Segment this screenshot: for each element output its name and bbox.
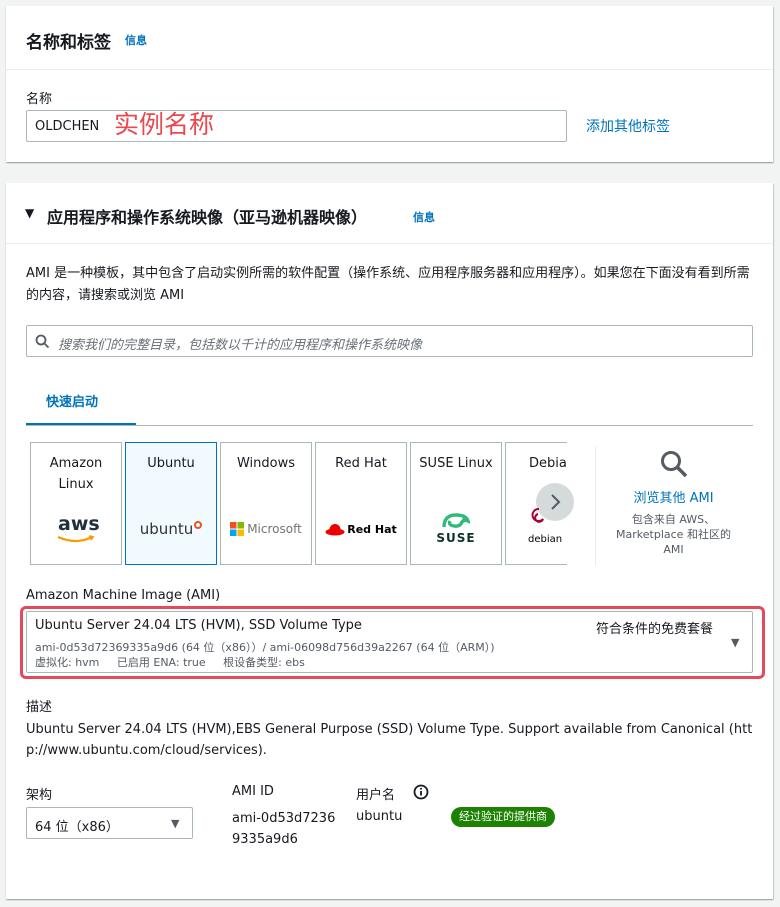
aws-logo-icon: aws — [31, 511, 121, 547]
tile-redhat[interactable]: Red Hat Red Hat — [315, 442, 407, 565]
username-value: ubuntu — [356, 809, 403, 824]
add-tags-link[interactable]: 添加其他标签 — [586, 116, 670, 136]
tile-label: Red Hat — [335, 456, 387, 471]
name-input[interactable]: OLDCHEN 实例名称 — [26, 110, 567, 142]
ami-section-title[interactable]: 应用程序和操作系统映像（亚马逊机器映像） — [47, 204, 367, 228]
suse-logo-icon: SUSE — [411, 511, 501, 547]
search-icon — [660, 451, 687, 478]
name-label: 名称 — [26, 92, 53, 107]
ami-search-input[interactable]: 搜索我们的完整目录，包括数以千计的应用程序和操作系统映像 — [26, 325, 753, 357]
ami-ids: ami-0d53d72369335a9d6 (64 位（x86））/ ami-0… — [35, 641, 495, 654]
microsoft-logo-icon: Microsoft — [221, 511, 311, 547]
browse-more-link[interactable]: 浏览其他 AMI — [602, 487, 745, 506]
free-tier-label: 符合条件的免费套餐 — [596, 622, 714, 637]
tile-label: SUSE Linux — [419, 456, 493, 471]
ami-info-link[interactable]: 信息 — [413, 209, 435, 225]
tile-ubuntu[interactable]: Ubuntu ubuntu — [125, 442, 217, 565]
info-circle-icon[interactable] — [413, 784, 429, 804]
tile-windows[interactable]: Windows Microsoft — [220, 442, 312, 565]
verified-provider-badge: 经过验证的提供商 — [451, 807, 555, 827]
tile-label: Windows — [236, 456, 296, 471]
tile-amazon-linux[interactable]: Amazon Linux aws — [30, 442, 122, 565]
ami-selected-name: Ubuntu Server 24.04 LTS (HVM), SSD Volum… — [35, 618, 362, 633]
name-info-link[interactable]: 信息 — [125, 32, 147, 48]
architecture-label: 架构 — [26, 788, 53, 803]
ami-meta: 虚拟化: hvm 已启用 ENA: true 根设备类型: ebs — [35, 656, 305, 669]
ami-description: AMI 是一种模板，其中包含了启动实例所需的软件配置（操作系统、应用程序服务器和… — [26, 266, 750, 303]
collapse-caret-icon[interactable]: ▼ — [25, 206, 34, 220]
ami-id-label: AMI ID — [232, 784, 274, 799]
ami-label: Amazon Machine Image (AMI) — [26, 588, 221, 603]
architecture-value: 64 位（x86） — [35, 820, 119, 835]
annotation-text: 实例名称 — [114, 110, 215, 139]
debian-logo-icon — [528, 505, 550, 531]
ami-panel: ▼ 应用程序和操作系统映像（亚马逊机器映像） 信息 AMI 是一种模板，其中包含… — [6, 183, 773, 899]
description-text: Ubuntu Server 24.04 LTS (HVM),EBS Genera… — [26, 722, 753, 758]
redhat-logo-icon: Red Hat — [316, 511, 406, 547]
browse-more-subtext: 包含来自 AWS、Marketplace 和社区的 AMI — [616, 513, 731, 556]
tab-quickstart[interactable]: 快速启动 — [46, 391, 98, 410]
tab-divider — [26, 425, 753, 426]
tile-label: Debia — [529, 456, 567, 471]
tile-separator — [595, 446, 596, 565]
ami-id-value: ami-0d53d7236 9335a9d6 — [232, 811, 336, 847]
name-input-value: OLDCHEN — [35, 119, 100, 134]
name-and-tags-panel: 名称和标签 信息 名称 OLDCHEN 实例名称 添加其他标签 — [6, 6, 773, 162]
dropdown-caret-icon: ▼ — [731, 636, 740, 649]
browse-more-amis[interactable]: 浏览其他 AMI 包含来自 AWS、Marketplace 和社区的 AMI — [602, 445, 745, 565]
search-placeholder: 搜索我们的完整目录，包括数以千计的应用程序和操作系统映像 — [58, 338, 423, 353]
tile-label: Ubuntu — [147, 456, 195, 471]
debian-logo-label: debian — [528, 534, 563, 545]
dropdown-caret-icon: ▼ — [171, 817, 180, 830]
tile-suse[interactable]: SUSE Linux SUSE — [410, 442, 502, 565]
ami-select-dropdown[interactable]: Ubuntu Server 24.04 LTS (HVM), SSD Volum… — [26, 611, 753, 673]
architecture-select[interactable]: 64 位（x86） ▼ — [26, 807, 193, 839]
tile-label: Amazon Linux — [49, 456, 103, 492]
name-section-title: 名称和标签 — [26, 33, 111, 53]
ubuntu-logo-icon: ubuntu — [126, 511, 216, 547]
divider — [6, 243, 773, 244]
divider — [6, 69, 773, 70]
tile-debian[interactable]: Debia debian — [505, 442, 574, 565]
username-label: 用户名 — [356, 788, 396, 803]
description-label: 描述 — [26, 700, 53, 715]
search-icon — [35, 334, 50, 349]
